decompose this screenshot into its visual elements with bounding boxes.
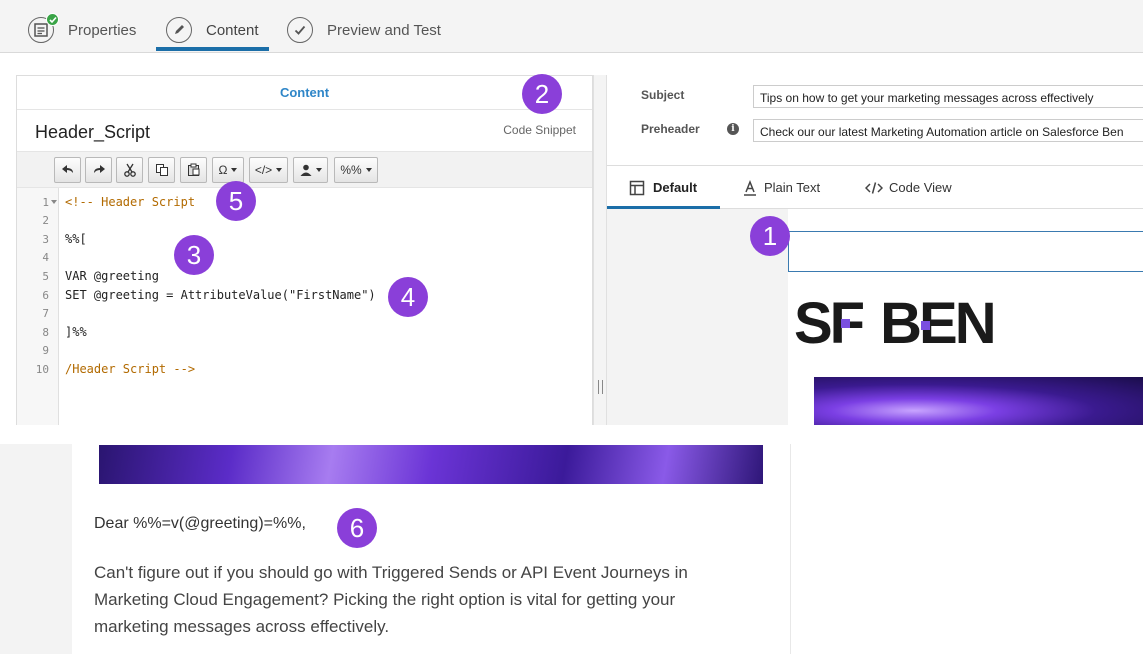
email-body-preview: Dear %%=v(@greeting)=%%, Can't figure ou… [0,425,1143,654]
logo-accent-dot [921,321,930,330]
line-number: 5 [42,270,49,283]
check-badge-icon [46,13,59,26]
marker-3: 3 [174,235,214,275]
logo-accent-dot [841,319,850,328]
line-number: 3 [42,233,49,246]
code-line: <!-- Header Script [65,195,196,209]
tab-properties-label: Properties [68,21,137,39]
text-format-icon [744,179,756,196]
code-line: /Header Script --> [65,362,196,376]
tab-default[interactable]: Default [629,166,697,209]
scissors-icon [123,163,136,177]
line-number-gutter: 1 2 3 4 5 6 7 8 9 10 [17,188,59,426]
layout-icon [629,180,645,195]
fold-arrow-icon[interactable] [51,200,57,205]
logo-text-ben: BEN [880,291,996,356]
pencil-icon [166,17,192,43]
line-number: 4 [42,251,49,264]
line-number: 1 [42,196,49,209]
ampscript-dropdown[interactable]: %% [334,157,378,183]
code-editor[interactable]: 1 2 3 4 5 6 7 8 9 10 <!-- Header Script … [17,188,592,426]
tab-content-label: Content [206,21,259,39]
copy-icon [155,164,168,176]
marker-4: 4 [388,277,428,317]
tab-plain-text-label: Plain Text [764,180,821,195]
tab-code-view-label: Code View [889,180,952,195]
line-number: 8 [42,326,49,339]
block-title: Header_Script [35,122,151,142]
info-icon[interactable]: i [727,123,739,135]
code-line: SET @greeting = AttributeValue("FirstNam… [65,288,376,302]
line-number: 6 [42,289,49,302]
active-tab-indicator [156,47,269,51]
copy-button[interactable] [148,157,175,183]
code-icon [865,181,883,194]
omega-icon: Ω [218,163,228,177]
subject-label: Subject [641,88,685,102]
user-icon [300,164,311,176]
line-number: 7 [42,307,49,320]
preview-margin [0,444,72,654]
top-tab-bar: Properties Content Preview and Test [0,0,1143,53]
code-line: ]%% [65,325,87,339]
preheader-field[interactable]: Check our our latest Marketing Automatio… [753,119,1143,142]
marker-1: 1 [750,216,790,256]
redo-button[interactable] [85,157,112,183]
hero-image [814,377,1143,425]
paste-icon [187,163,199,176]
preview-panel: Subject Tips on how to get your marketin… [607,75,1143,425]
tab-content[interactable]: Content [166,12,259,48]
line-number: 9 [42,344,49,357]
greeting-text: Dear %%=v(@greeting)=%%, [94,515,306,532]
tab-properties[interactable]: Properties [28,12,136,48]
selected-content-block[interactable] [788,231,1143,272]
sf-ben-logo: SF BEN [794,295,997,353]
cut-button[interactable] [116,157,143,183]
code-line: %%[ [65,232,87,246]
tab-plain-text[interactable]: Plain Text [742,166,820,209]
special-character-dropdown[interactable]: Ω [212,157,244,183]
view-tab-bar: Default Plain Text Code View [607,165,1143,209]
hero-image [99,445,763,484]
tab-default-label: Default [653,180,698,195]
content-panel-header: Content [17,76,592,110]
subject-field[interactable]: Tips on how to get your marketing messag… [753,85,1143,108]
tab-preview-label: Preview and Test [327,21,441,39]
code-icon: </> [254,163,273,177]
tab-preview-and-test[interactable]: Preview and Test [287,12,441,48]
code-line: VAR @greeting [65,269,159,283]
email-canvas: SF BEN [788,209,1143,425]
tab-code-view[interactable]: Code View [865,166,952,209]
line-number: 10 [35,363,49,376]
email-preview-area: SF BEN [607,209,1143,425]
preview-border [790,444,791,654]
marker-5: 5 [216,181,256,221]
undo-button[interactable] [54,157,81,183]
undo-icon [61,165,73,173]
percent-icon: %% [340,163,362,177]
preheader-label: Preheader [641,122,700,136]
logo-text-sf: SF [794,291,865,356]
marker-6: 6 [337,508,377,548]
personalization-dropdown[interactable] [293,157,328,183]
panel-splitter[interactable] [593,75,607,425]
check-icon [287,17,313,43]
body-paragraph: Can't figure out if you should go with T… [94,563,688,636]
drag-handle-icon [598,380,603,394]
content-panel: Content Header_Script Code Snippet Ω </>… [16,75,593,426]
marker-2: 2 [522,74,562,114]
editor-toolbar: Ω </> %% [17,151,592,188]
line-number: 2 [42,214,49,227]
redo-icon [93,165,105,173]
code-dropdown[interactable]: </> [249,157,288,183]
properties-icon [28,13,59,43]
block-type-label: Code Snippet [503,123,576,137]
paste-button[interactable] [180,157,207,183]
